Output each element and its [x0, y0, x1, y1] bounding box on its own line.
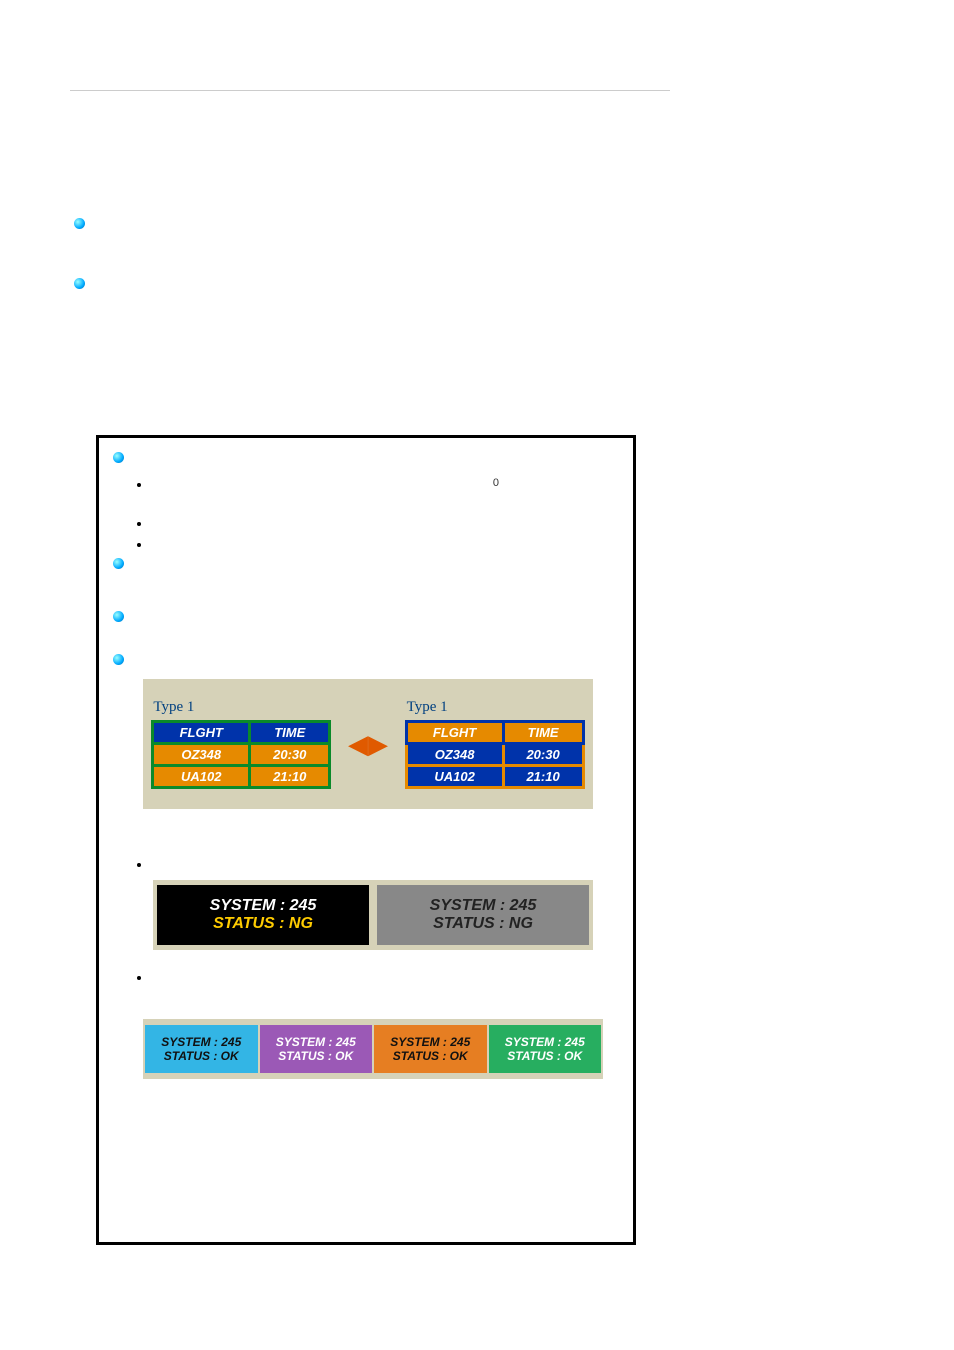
swap-arrows-icon: ▶▶ — [348, 729, 388, 760]
bullet-icon — [74, 218, 85, 229]
time-cell: 20:30 — [503, 744, 583, 766]
flight-cell: UA102 — [406, 766, 503, 788]
status-chip-purple: SYSTEM : 245 STATUS : OK — [260, 1025, 373, 1073]
outer-list-item-2 — [74, 277, 95, 290]
frame-item-text — [134, 654, 619, 667]
outer-list-item-1 — [74, 217, 95, 230]
status-system-line: SYSTEM : 245 — [390, 1035, 470, 1049]
dot-icon — [137, 543, 141, 547]
status-status-line: STATUS : OK — [164, 1049, 239, 1063]
status-status-line: STATUS : OK — [507, 1049, 582, 1063]
status-contrast-figure: SYSTEM : 245 STATUS : NG SYSTEM : 245 ST… — [153, 880, 593, 950]
time-col-header: TIME — [503, 722, 583, 744]
flight-card-right: Type 1 FLGHT TIME OZ348 20:30 UA102 21:1… — [405, 699, 585, 789]
status-system-line: SYSTEM : 245 — [210, 897, 317, 915]
time-col-header: TIME — [250, 722, 330, 744]
flight-card-title-left: Type 1 — [153, 699, 331, 716]
frame-subitem-text — [151, 970, 619, 983]
flight-card-left: Type 1 FLGHT TIME OZ348 20:30 UA102 21:1… — [151, 699, 331, 789]
flight-cell: OZ348 — [406, 744, 503, 766]
separator-line — [70, 90, 670, 91]
frame-item-text — [134, 452, 619, 465]
status-color-figure: SYSTEM : 245 STATUS : OK SYSTEM : 245 ST… — [143, 1019, 603, 1079]
frame-subitem-3 — [137, 537, 619, 550]
status-chip-blue: SYSTEM : 245 STATUS : OK — [145, 1025, 258, 1073]
bullet-icon — [113, 452, 124, 463]
dot-icon — [137, 976, 141, 980]
flight-cell: UA102 — [153, 766, 250, 788]
flight-swap-figure: Type 1 FLGHT TIME OZ348 20:30 UA102 21:1… — [143, 679, 593, 809]
frame-subitem-4 — [137, 857, 619, 870]
frame-subitem-text — [151, 477, 483, 490]
frame-item-1 — [113, 452, 619, 465]
frame-item-2 — [113, 558, 619, 571]
dot-icon — [137, 863, 141, 867]
bullet-icon — [113, 558, 124, 569]
bullet-icon — [113, 611, 124, 622]
flight-cell: OZ348 — [153, 744, 250, 766]
time-cell: 21:10 — [503, 766, 583, 788]
flight-table-right: FLGHT TIME OZ348 20:30 UA102 21:10 — [405, 720, 585, 789]
dot-icon — [137, 522, 141, 526]
bullet-icon — [74, 278, 85, 289]
flight-card-title-right: Type 1 — [407, 699, 585, 716]
status-panel-gray: SYSTEM : 245 STATUS : NG — [377, 885, 589, 945]
status-status-line: STATUS : OK — [393, 1049, 468, 1063]
content-frame: 0 Type 1 FLGHT TIME OZ3 — [96, 435, 636, 1245]
status-system-line: SYSTEM : 245 — [430, 897, 537, 915]
status-status-line: STATUS : NG — [433, 915, 533, 933]
time-cell: 21:10 — [250, 766, 330, 788]
status-chip-orange: SYSTEM : 245 STATUS : OK — [374, 1025, 487, 1073]
frame-item-3 — [113, 611, 619, 624]
flight-table-left: FLGHT TIME OZ348 20:30 UA102 21:10 — [151, 720, 331, 789]
status-system-line: SYSTEM : 245 — [505, 1035, 585, 1049]
dot-icon — [137, 483, 141, 487]
frame-subitem-text — [151, 857, 619, 870]
frame-subitem-text — [151, 516, 619, 529]
frame-subitem-1: 0 — [137, 477, 619, 490]
status-status-line: STATUS : OK — [278, 1049, 353, 1063]
status-system-line: SYSTEM : 245 — [276, 1035, 356, 1049]
frame-item-text — [134, 558, 619, 571]
flight-col-header: FLGHT — [153, 722, 250, 744]
frame-item-text — [134, 611, 619, 624]
time-cell: 20:30 — [250, 744, 330, 766]
status-chip-green: SYSTEM : 245 STATUS : OK — [489, 1025, 602, 1073]
frame-subitem-2 — [137, 516, 619, 529]
frame-subitem-5 — [137, 970, 619, 983]
frame-item-4 — [113, 654, 619, 667]
flight-col-header: FLGHT — [406, 722, 503, 744]
status-panel-black: SYSTEM : 245 STATUS : NG — [157, 885, 369, 945]
status-status-line: STATUS : NG — [213, 915, 313, 933]
bullet-icon — [113, 654, 124, 665]
frame-subitem-text — [151, 537, 619, 550]
zero-value: 0 — [493, 477, 499, 489]
status-system-line: SYSTEM : 245 — [161, 1035, 241, 1049]
